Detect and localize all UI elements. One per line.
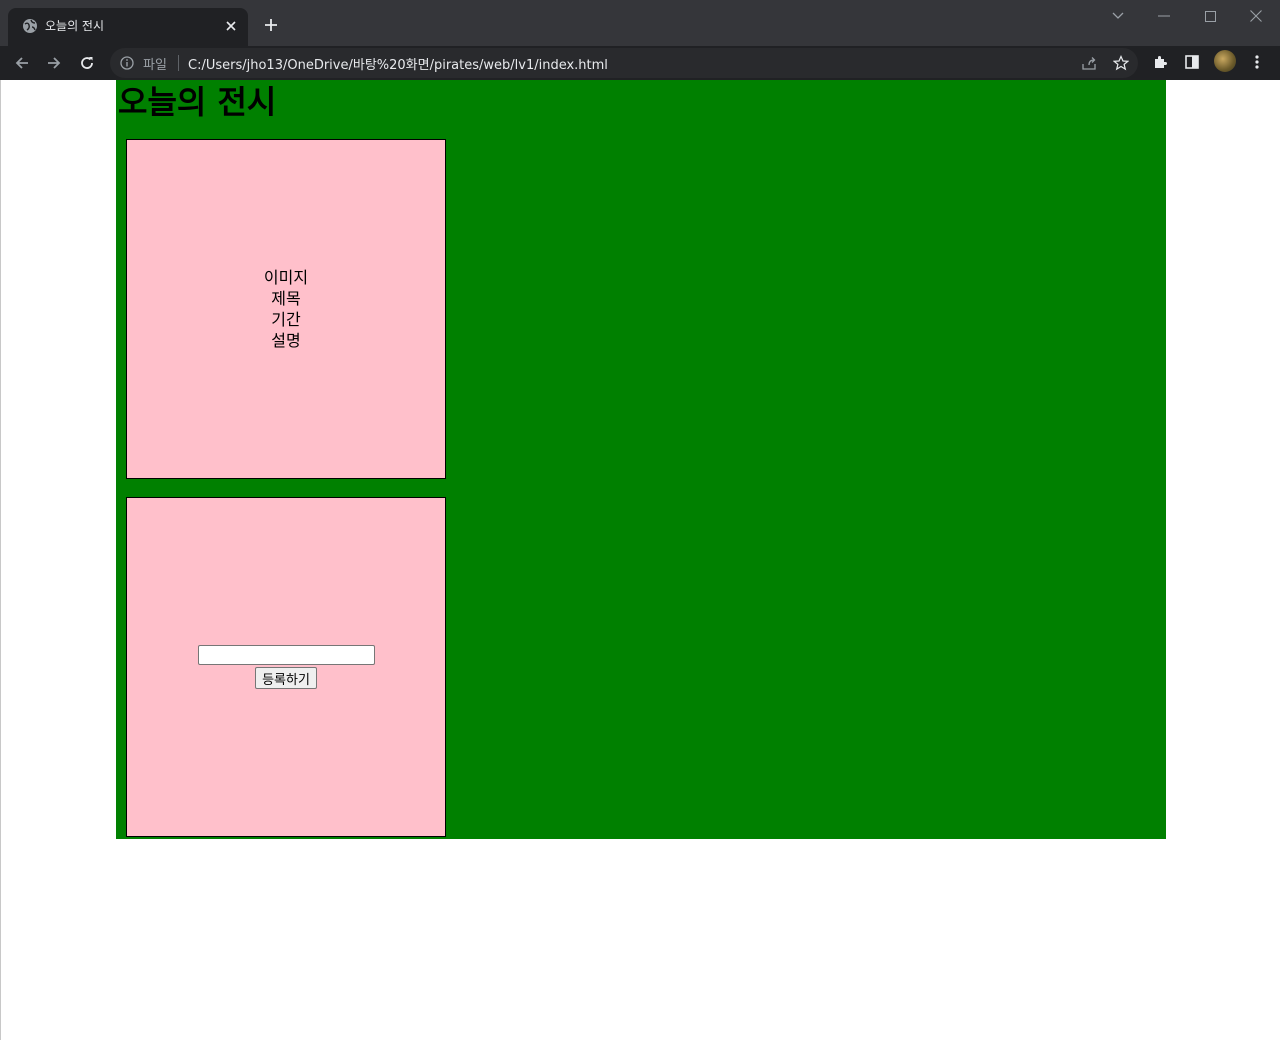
- url-text[interactable]: C:/Users/jho13/OneDrive/바탕%20화면/pirates/…: [188, 54, 608, 73]
- tab-search-chevron-icon[interactable]: [1108, 6, 1128, 26]
- address-bar[interactable]: 파일 C:/Users/jho13/OneDrive/바탕%20화면/pirat…: [110, 48, 1138, 78]
- register-button[interactable]: 등록하기: [255, 667, 317, 689]
- back-arrow-icon[interactable]: [9, 50, 35, 76]
- tab-strip: 오늘의 전시: [0, 0, 1280, 46]
- info-icon[interactable]: [119, 55, 135, 71]
- card-description-label: 설명: [271, 331, 301, 350]
- maximize-icon[interactable]: [1200, 6, 1220, 26]
- exhibition-card: 이미지 제목 기간 설명: [126, 139, 446, 479]
- page-title: 오늘의 전시: [118, 83, 277, 121]
- browser-toolbar: 파일 C:/Users/jho13/OneDrive/바탕%20화면/pirat…: [0, 46, 1280, 80]
- extensions-icon[interactable]: [1150, 52, 1170, 72]
- address-separator: [178, 55, 179, 71]
- plus-icon[interactable]: [260, 14, 282, 36]
- window-close-icon[interactable]: [1246, 6, 1266, 26]
- star-icon[interactable]: [1112, 54, 1130, 72]
- browser-window: 오늘의 전시 파일 C:/Users/jho13/OneDrive/바탕%20화…: [0, 0, 1280, 1040]
- exhibition-container: 오늘의 전시 이미지 제목 기간 설명 등록하기: [116, 80, 1166, 839]
- globe-icon: [22, 18, 38, 34]
- close-icon[interactable]: [222, 17, 240, 35]
- tab-title: 오늘의 전시: [45, 19, 105, 33]
- card-title-label: 제목: [271, 289, 301, 308]
- page-viewport: 오늘의 전시 이미지 제목 기간 설명 등록하기: [0, 80, 1280, 1040]
- share-icon[interactable]: [1080, 54, 1098, 72]
- reload-icon[interactable]: [74, 50, 100, 76]
- card-period-label: 기간: [271, 310, 301, 329]
- forward-arrow-icon[interactable]: [41, 50, 67, 76]
- minimize-icon[interactable]: [1154, 6, 1174, 26]
- side-panel-icon[interactable]: [1182, 52, 1202, 72]
- card-image-label: 이미지: [263, 268, 309, 287]
- more-menu-icon[interactable]: [1247, 52, 1267, 72]
- security-label: 파일: [143, 58, 167, 73]
- tab-active[interactable]: 오늘의 전시: [8, 8, 248, 46]
- register-card: 등록하기: [126, 497, 446, 837]
- exhibition-input[interactable]: [197, 645, 375, 665]
- profile-avatar[interactable]: [1214, 50, 1236, 72]
